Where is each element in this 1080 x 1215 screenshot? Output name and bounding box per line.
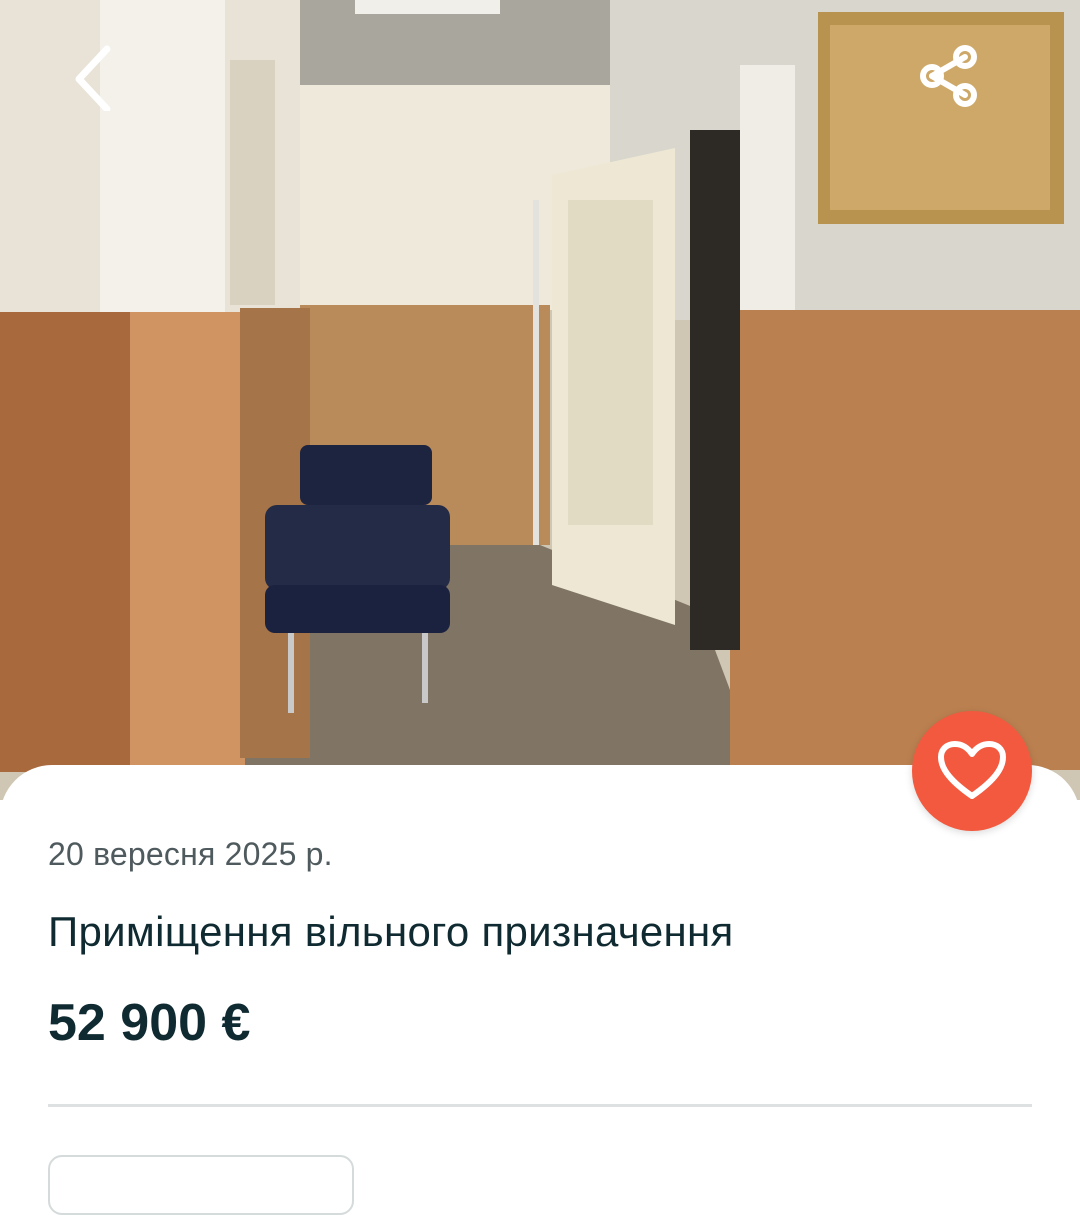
- tag-chip[interactable]: [48, 1155, 354, 1215]
- listing-photo[interactable]: [0, 0, 1080, 800]
- heart-icon: [938, 741, 1006, 799]
- listing-title: Приміщення вільного призначення: [48, 908, 734, 955]
- back-button[interactable]: [52, 36, 132, 116]
- favorite-button[interactable]: [912, 711, 1032, 831]
- chevron-left-icon: [75, 45, 111, 111]
- listing-price: 52 900 €: [48, 994, 251, 1052]
- divider: [48, 1104, 1032, 1107]
- share-icon: [920, 45, 977, 107]
- corridor-photo-illustration: [0, 0, 1080, 772]
- listing-details-sheet: [0, 765, 1080, 1172]
- share-button[interactable]: [904, 36, 994, 116]
- listing-date: 20 вересня 2025 р.: [48, 836, 333, 872]
